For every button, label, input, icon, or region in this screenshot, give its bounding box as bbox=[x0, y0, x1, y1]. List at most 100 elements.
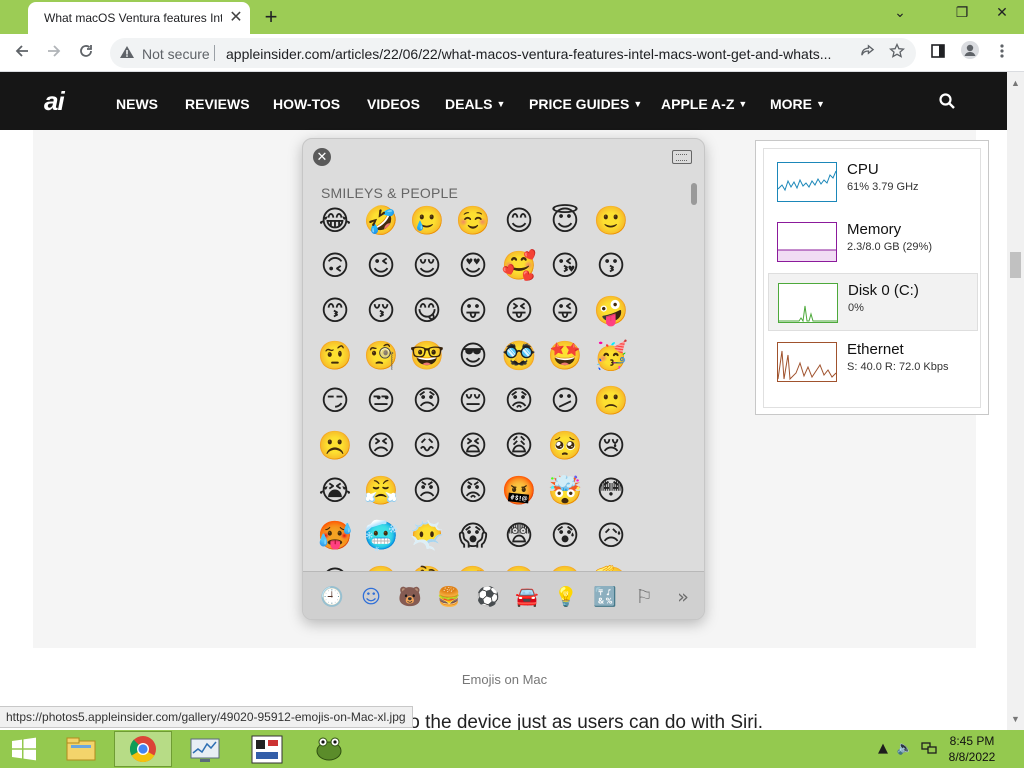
emoji-cell: 😶‍🌫️ bbox=[409, 519, 445, 552]
tm-label: Disk 0 (C:) bbox=[848, 282, 919, 299]
scroll-down-icon[interactable]: ▼ bbox=[1007, 712, 1024, 726]
minimize-icon[interactable]: ⌄ bbox=[880, 0, 920, 30]
share-icon[interactable] bbox=[856, 43, 878, 63]
performance-list: CPU 61% 3.79 GHz Memory 2.3/8.0 GB (29%)… bbox=[763, 148, 981, 408]
omnibox-divider bbox=[214, 45, 215, 61]
emoji-section-heading: SMILEYS & PEOPLE bbox=[321, 185, 459, 201]
emoji-cell: 😌 bbox=[412, 249, 442, 282]
site-navbar: ai NEWS REVIEWS HOW-TOS VIDEOS DEALS ▼ PR… bbox=[0, 72, 1007, 130]
security-label[interactable]: Not secure bbox=[142, 46, 210, 62]
tm-label: Ethernet bbox=[847, 341, 904, 358]
nav-news[interactable]: NEWS bbox=[116, 96, 158, 112]
memory-graph bbox=[777, 222, 837, 262]
nav-label: DEALS bbox=[445, 96, 493, 112]
close-icon: ✕ bbox=[313, 148, 331, 166]
emoji-cell: 😱 bbox=[458, 519, 488, 552]
back-arrow-icon[interactable] bbox=[8, 40, 36, 66]
forward-arrow-icon[interactable] bbox=[40, 40, 68, 66]
emoji-cell: 🥶 bbox=[363, 519, 399, 552]
emoji-cell: 😰 bbox=[550, 519, 580, 552]
emoji-cell: 😎 bbox=[458, 339, 488, 372]
emoji-cell: 🥳 bbox=[593, 339, 629, 372]
emoji-cell: 😓 bbox=[317, 563, 353, 571]
emoji-cell: 😝 bbox=[504, 294, 534, 327]
volume-icon[interactable]: 🔈 bbox=[896, 740, 914, 758]
bookmark-star-icon[interactable] bbox=[886, 42, 908, 63]
emoji-cell: 😏 bbox=[320, 384, 350, 417]
character-viewer-icon bbox=[672, 150, 692, 164]
tab-close-icon[interactable]: ✕ bbox=[226, 8, 246, 28]
category-objects-icon: 💡 bbox=[554, 586, 578, 608]
performance-row-ethernet: Ethernet S: 40.0 R: 72.0 Kbps bbox=[768, 333, 978, 391]
category-symbols-icon: 🔣 bbox=[593, 586, 617, 608]
browser-toolbar: Not secure appleinsider.com/articles/22/… bbox=[0, 34, 1024, 72]
chrome-taskbar-icon[interactable] bbox=[114, 731, 172, 767]
caret-down-icon: ▼ bbox=[738, 99, 748, 109]
cpu-graph bbox=[777, 162, 837, 202]
frog-app-icon[interactable] bbox=[300, 731, 358, 767]
emoji-cell: 😣 bbox=[366, 429, 396, 462]
caret-down-icon: ▼ bbox=[816, 99, 825, 109]
emoji-picker-scrollbar bbox=[691, 183, 697, 205]
emoji-cell: 😭 bbox=[318, 474, 352, 507]
category-flags-icon: ⚐ bbox=[635, 586, 653, 608]
menu-kebab-icon[interactable] bbox=[988, 40, 1016, 66]
emoji-cell: 😋 bbox=[412, 294, 442, 327]
sidepanel-icon[interactable] bbox=[924, 40, 952, 66]
category-travel-icon: 🚘 bbox=[515, 586, 539, 608]
warning-icon[interactable] bbox=[118, 44, 136, 62]
start-button-icon[interactable] bbox=[4, 733, 44, 765]
disk-graph bbox=[778, 283, 838, 323]
tray-overflow-chevron-icon[interactable]: ▲ bbox=[874, 740, 892, 758]
url-text[interactable]: appleinsider.com/articles/22/06/22/what-… bbox=[226, 46, 846, 62]
nav-deals[interactable]: DEALS ▼ bbox=[445, 96, 505, 112]
address-bar[interactable]: Not secure appleinsider.com/articles/22/… bbox=[110, 38, 916, 68]
performance-row-cpu: CPU 61% 3.79 GHz bbox=[768, 153, 978, 211]
taskbar-clock-time[interactable]: 8:45 PM bbox=[940, 734, 1004, 748]
tm-value: 2.3/8.0 GB (29%) bbox=[847, 241, 932, 253]
emoji-cell: 😙 bbox=[320, 294, 350, 327]
nav-apple-a-z[interactable]: APPLE A-Z ▼ bbox=[661, 96, 747, 112]
category-recent-icon: 🕘 bbox=[320, 586, 344, 608]
scroll-thumb[interactable] bbox=[1010, 252, 1021, 278]
window-close-icon[interactable]: ✕ bbox=[982, 0, 1022, 30]
file-explorer-icon[interactable] bbox=[52, 731, 110, 767]
emoji-cell: 🤬 bbox=[501, 474, 537, 507]
nav-label: REVIEWS bbox=[185, 96, 250, 112]
page-scrollbar[interactable]: ▲ ▼ bbox=[1007, 72, 1024, 730]
new-tab-button[interactable]: + bbox=[258, 4, 284, 30]
tm-value: S: 40.0 R: 72.0 Kbps bbox=[847, 361, 949, 373]
caret-down-icon: ▼ bbox=[633, 99, 643, 109]
nav-videos[interactable]: VIDEOS bbox=[367, 96, 420, 112]
scroll-up-icon[interactable]: ▲ bbox=[1007, 76, 1024, 90]
restore-icon[interactable]: ❐ bbox=[942, 0, 982, 30]
emoji-cell: 😨 bbox=[504, 519, 534, 552]
browser-tab[interactable]: What macOS Ventura features Intel Macs w… bbox=[28, 2, 250, 34]
emoji-cell: 🤩 bbox=[547, 339, 583, 372]
windows-taskbar: ▲ 🔈 8:45 PM 8/8/2022 bbox=[0, 730, 1024, 768]
tm-label: CPU bbox=[847, 161, 879, 178]
emoji-cell: 🫣 bbox=[455, 563, 491, 571]
emoji-cell: 🤔 bbox=[409, 563, 445, 571]
nav-label: HOW-TOS bbox=[273, 96, 341, 112]
tm-label: Memory bbox=[847, 221, 902, 238]
nav-more[interactable]: MORE ▼ bbox=[770, 96, 825, 112]
emoji-cell: 😢 bbox=[596, 429, 626, 462]
nav-price-guides[interactable]: PRICE GUIDES ▼ bbox=[529, 96, 642, 112]
network-icon[interactable] bbox=[920, 740, 938, 758]
emoji-cell: 😇 bbox=[550, 204, 580, 237]
emoji-cell: 🤓 bbox=[409, 339, 445, 372]
profile-avatar-icon[interactable] bbox=[956, 40, 984, 66]
nav-how-tos[interactable]: HOW-TOS bbox=[273, 96, 340, 112]
emoji-cell: 😳 bbox=[596, 474, 626, 507]
emoji-cell: 🧐 bbox=[363, 339, 399, 372]
nav-reviews[interactable]: REVIEWS bbox=[185, 96, 250, 112]
search-icon[interactable] bbox=[938, 92, 960, 114]
taskbar-clock-date[interactable]: 8/8/2022 bbox=[940, 750, 1004, 764]
emoji-cell: 😂 bbox=[318, 204, 352, 237]
game-app-icon[interactable] bbox=[238, 731, 296, 767]
appleinsider-logo[interactable]: ai bbox=[44, 86, 65, 117]
reload-icon[interactable] bbox=[72, 40, 100, 66]
performance-monitor-icon[interactable] bbox=[176, 731, 234, 767]
emoji-cell: 😞 bbox=[412, 384, 442, 417]
